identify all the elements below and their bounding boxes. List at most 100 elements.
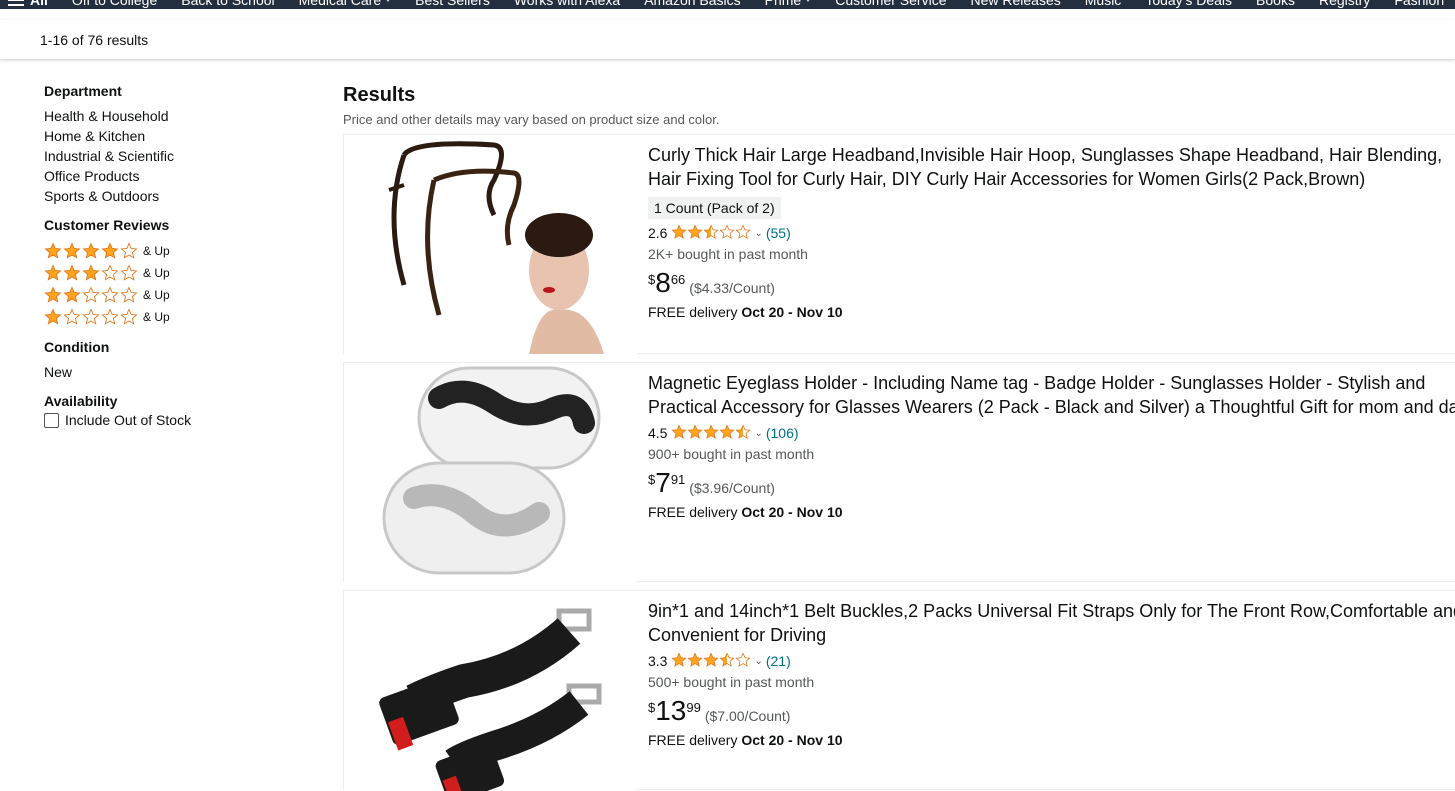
product-card: Magnetic Eyeglass Holder - Including Nam… bbox=[343, 362, 1455, 582]
product-image-eyeglass-holder[interactable] bbox=[344, 363, 636, 582]
nav-item-customer-service[interactable]: Customer Service bbox=[835, 0, 946, 8]
results-info-bar: 1-16 of 76 results bbox=[0, 20, 1455, 60]
star-filled-icon bbox=[44, 264, 62, 282]
nav-item-medical-care[interactable]: Medical Care bbox=[299, 0, 392, 8]
reviews-heading: Customer Reviews bbox=[44, 217, 170, 233]
star-empty-icon bbox=[735, 651, 752, 668]
delivery-dates: Oct 20 - Nov 10 bbox=[741, 304, 843, 320]
chevron-down-icon: ⌄ bbox=[754, 427, 763, 439]
delivery-dates: Oct 20 - Nov 10 bbox=[741, 732, 843, 748]
nav-all-menu[interactable]: All bbox=[8, 0, 48, 8]
chevron-down-icon: ⌄ bbox=[754, 655, 763, 667]
review-count-link[interactable]: (106) bbox=[766, 425, 799, 441]
nav-item-todays-deals[interactable]: Today's Deals bbox=[1145, 0, 1232, 8]
review-filter-4-up[interactable]: & Up bbox=[44, 240, 304, 262]
nav-item-new-releases[interactable]: New Releases bbox=[970, 0, 1060, 8]
review-filter-3-up[interactable]: & Up bbox=[44, 262, 304, 284]
bought-past-month: 900+ bought in past month bbox=[648, 446, 815, 462]
product-price[interactable]: $ 7 91 ($3.96/Count) bbox=[648, 468, 1455, 500]
include-out-of-stock-checkbox[interactable] bbox=[44, 412, 59, 428]
condition-new[interactable]: New bbox=[44, 362, 304, 382]
unit-price: ($3.96/Count) bbox=[689, 480, 775, 496]
department-home-kitchen[interactable]: Home & Kitchen bbox=[44, 126, 304, 146]
star-empty-icon bbox=[82, 308, 100, 326]
chevron-down-icon: ⌄ bbox=[754, 227, 763, 239]
top-nav-bar: All Off to College Back to School Medica… bbox=[0, 0, 1455, 9]
delivery-dates: Oct 20 - Nov 10 bbox=[741, 504, 843, 520]
nav-item-prime[interactable]: Prime bbox=[765, 0, 812, 8]
availability-section: Availability Include Out of Stock bbox=[44, 392, 304, 428]
rating-value: 3.3 bbox=[648, 653, 668, 669]
star-filled-icon bbox=[719, 423, 736, 440]
caret-down-icon bbox=[805, 0, 812, 2]
product-rating[interactable]: 3.3 ⌄ (21) bbox=[648, 651, 1455, 671]
rating-stars bbox=[671, 423, 752, 443]
nav-item-amazon-basics[interactable]: Amazon Basics bbox=[644, 0, 740, 8]
review-count-link[interactable]: (21) bbox=[766, 653, 791, 669]
delivery-prefix: FREE delivery bbox=[648, 732, 738, 748]
nav-item-best-sellers[interactable]: Best Sellers bbox=[415, 0, 490, 8]
condition-section: Condition New bbox=[44, 338, 304, 382]
and-up-label: & Up bbox=[143, 244, 170, 258]
product-variant-badge[interactable]: 1 Count (Pack of 2) bbox=[648, 197, 781, 219]
review-count-link[interactable]: (55) bbox=[766, 225, 791, 241]
product-title-link[interactable]: 9in*1 and 14inch*1 Belt Buckles,2 Packs … bbox=[648, 599, 1455, 647]
department-sports-outdoors[interactable]: Sports & Outdoors bbox=[44, 186, 304, 206]
price-symbol: $ bbox=[648, 272, 656, 287]
star-filled-icon bbox=[44, 242, 62, 260]
include-out-of-stock-option[interactable]: Include Out of Stock bbox=[44, 412, 304, 428]
department-office-products[interactable]: Office Products bbox=[44, 166, 304, 186]
nav-item-works-with-alexa[interactable]: Works with Alexa bbox=[514, 0, 620, 8]
star-half-icon bbox=[703, 223, 720, 240]
bought-past-month: 500+ bought in past month bbox=[648, 674, 815, 690]
product-title-link[interactable]: Magnetic Eyeglass Holder - Including Nam… bbox=[648, 371, 1455, 419]
product-card: Curly Thick Hair Large Headband,Invisibl… bbox=[343, 134, 1455, 354]
star-filled-icon bbox=[687, 651, 704, 668]
price-fraction: 66 bbox=[670, 272, 686, 287]
delivery-prefix: FREE delivery bbox=[648, 504, 738, 520]
price-symbol: $ bbox=[648, 700, 656, 715]
nav-item-music[interactable]: Music bbox=[1085, 0, 1122, 8]
nav-item-back-to-school[interactable]: Back to School bbox=[181, 0, 274, 8]
star-half-icon bbox=[719, 651, 736, 668]
product-price[interactable]: $ 13 99 ($7.00/Count) bbox=[648, 696, 1455, 728]
product-title-link[interactable]: Curly Thick Hair Large Headband,Invisibl… bbox=[648, 143, 1455, 191]
department-health-household[interactable]: Health & Household bbox=[44, 106, 304, 126]
product-price[interactable]: $ 8 66 ($4.33/Count) bbox=[648, 268, 1455, 300]
star-filled-icon bbox=[687, 223, 704, 240]
star-empty-icon bbox=[120, 242, 138, 260]
product-image-headband[interactable] bbox=[344, 135, 636, 354]
price-symbol: $ bbox=[648, 472, 656, 487]
results-count: 1-16 of 76 results bbox=[40, 32, 149, 48]
star-empty-icon bbox=[120, 286, 138, 304]
star-empty-icon bbox=[63, 308, 81, 326]
star-half-icon bbox=[735, 423, 752, 440]
product-rating[interactable]: 2.6 ⌄ (55) bbox=[648, 223, 1455, 243]
review-filter-1-up[interactable]: & Up bbox=[44, 306, 304, 328]
product-rating[interactable]: 4.5 ⌄ (106) bbox=[648, 423, 1455, 443]
product-image-belt-buckles[interactable] bbox=[344, 591, 636, 791]
results-subtitle: Price and other details may vary based o… bbox=[343, 112, 720, 127]
star-empty-icon bbox=[82, 286, 100, 304]
star-filled-icon bbox=[63, 264, 81, 282]
star-empty-icon bbox=[101, 308, 119, 326]
star-filled-icon bbox=[101, 242, 119, 260]
review-filter-2-up[interactable]: & Up bbox=[44, 284, 304, 306]
nav-item-off-to-college[interactable]: Off to College bbox=[72, 0, 157, 8]
star-filled-icon bbox=[671, 223, 688, 240]
star-empty-icon bbox=[120, 308, 138, 326]
and-up-label: & Up bbox=[143, 266, 170, 280]
delivery-info: FREE delivery Oct 20 - Nov 10 bbox=[648, 504, 1455, 520]
rating-value: 2.6 bbox=[648, 225, 668, 241]
department-industrial-scientific[interactable]: Industrial & Scientific bbox=[44, 146, 304, 166]
star-empty-icon bbox=[719, 223, 736, 240]
delivery-info: FREE delivery Oct 20 - Nov 10 bbox=[648, 732, 1455, 748]
nav-item-books[interactable]: Books bbox=[1256, 0, 1295, 8]
hamburger-icon bbox=[8, 0, 24, 6]
nav-item-fashion[interactable]: Fashion bbox=[1394, 0, 1444, 8]
star-empty-icon bbox=[101, 264, 119, 282]
condition-heading: Condition bbox=[44, 339, 110, 355]
nav-item-registry[interactable]: Registry bbox=[1319, 0, 1370, 8]
include-out-of-stock-label: Include Out of Stock bbox=[65, 412, 192, 428]
unit-price: ($7.00/Count) bbox=[704, 708, 791, 724]
